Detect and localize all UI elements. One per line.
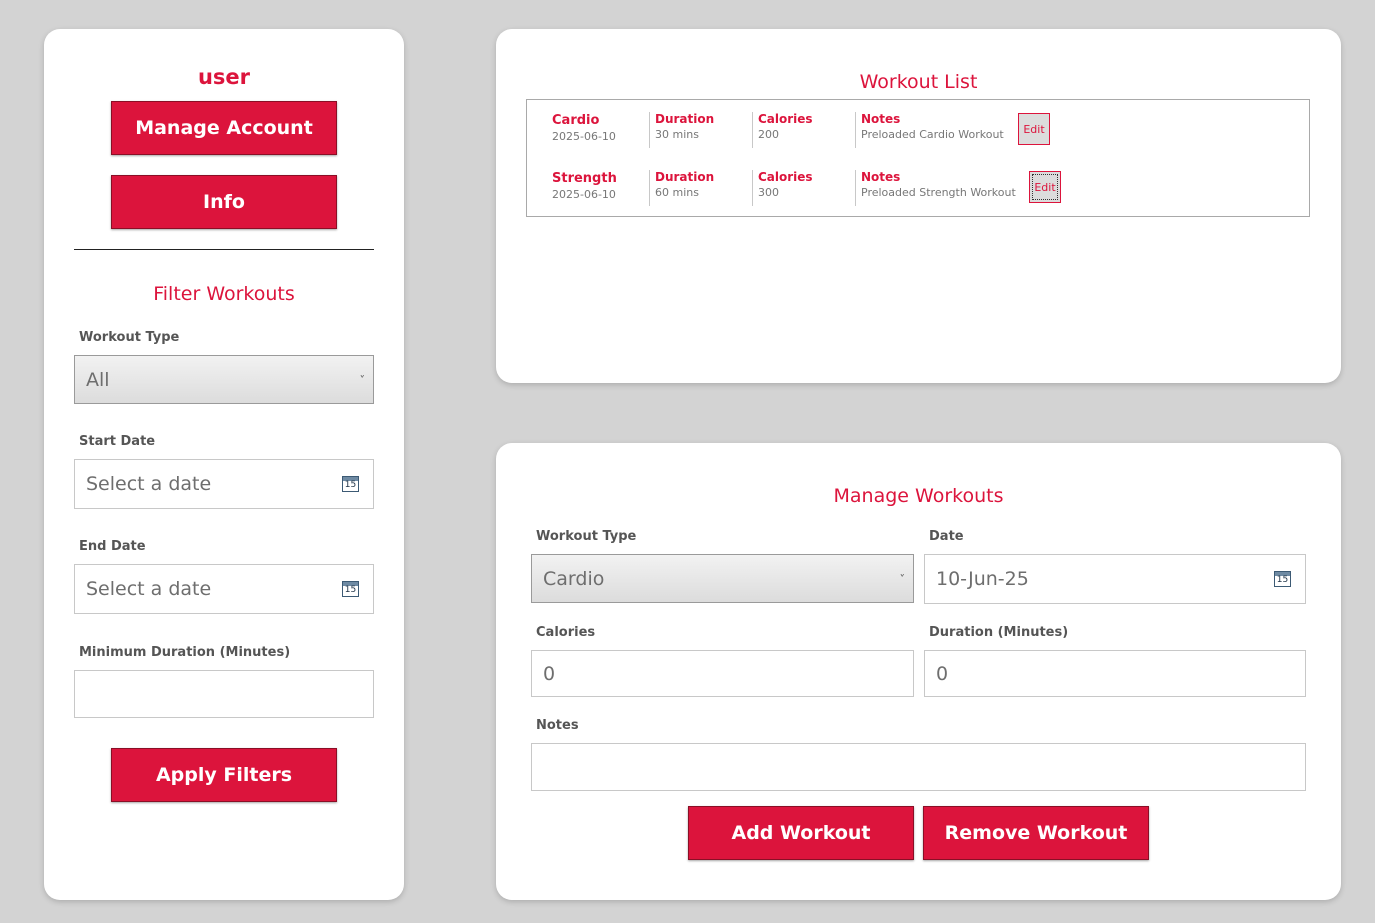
calories-value: 200 bbox=[758, 128, 779, 141]
list-item[interactable]: Strength 2025-06-10 Duration 60 mins Cal… bbox=[527, 170, 1309, 214]
workout-list-title: Workout List bbox=[859, 71, 978, 93]
sidebar-card: user Manage Account Info Filter Workouts… bbox=[44, 29, 404, 900]
end-date-placeholder: Select a date bbox=[86, 578, 212, 600]
start-date-picker[interactable]: Select a date 15 bbox=[74, 459, 374, 509]
duration-input[interactable]: 0 bbox=[924, 650, 1306, 697]
start-date-placeholder: Select a date bbox=[86, 473, 212, 495]
workout-type-filter-value: All bbox=[86, 368, 110, 391]
username-label: user bbox=[197, 65, 251, 89]
workout-type: Cardio bbox=[552, 113, 600, 128]
calories-header: Calories bbox=[758, 112, 813, 126]
workout-type-label: Workout Type bbox=[536, 529, 637, 544]
divider bbox=[74, 249, 374, 250]
calendar-icon[interactable]: 15 bbox=[342, 476, 359, 492]
notes-value: Preloaded Cardio Workout bbox=[861, 128, 1004, 141]
calendar-day-number: 15 bbox=[344, 585, 357, 595]
start-date-label: Start Date bbox=[79, 434, 156, 449]
duration-header: Duration bbox=[655, 112, 715, 126]
workout-type-value: Cardio bbox=[543, 567, 605, 590]
filter-title: Filter Workouts bbox=[153, 283, 295, 305]
notes-header: Notes bbox=[861, 112, 901, 126]
workout-type: Strength bbox=[552, 171, 617, 186]
notes-header: Notes bbox=[861, 170, 901, 184]
date-label: Date bbox=[929, 529, 964, 544]
end-date-picker[interactable]: Select a date 15 bbox=[74, 564, 374, 614]
manage-workouts-title: Manage Workouts bbox=[833, 485, 1004, 507]
calories-cell: Calories 300 bbox=[752, 170, 853, 206]
calendar-icon[interactable]: 15 bbox=[1274, 571, 1291, 587]
calendar-icon[interactable]: 15 bbox=[342, 581, 359, 597]
notes-cell: Notes Preloaded Cardio Workout bbox=[855, 112, 1011, 148]
notes-cell: Notes Preloaded Strength Workout bbox=[855, 170, 1023, 206]
calories-input[interactable]: 0 bbox=[531, 650, 914, 697]
min-duration-label: Minimum Duration (Minutes) bbox=[79, 645, 291, 660]
min-duration-input[interactable] bbox=[74, 670, 374, 718]
duration-value: 60 mins bbox=[655, 186, 699, 199]
duration-cell: Duration 30 mins bbox=[649, 112, 750, 148]
date-value: 10-Jun-25 bbox=[936, 568, 1029, 590]
duration-cell: Duration 60 mins bbox=[649, 170, 750, 206]
notes-input[interactable] bbox=[531, 743, 1306, 791]
workout-list: Cardio 2025-06-10 Duration 30 mins Calor… bbox=[526, 99, 1310, 217]
duration-label: Duration (Minutes) bbox=[929, 625, 1069, 640]
workout-type-cell: Strength 2025-06-10 bbox=[552, 170, 647, 206]
chevron-down-icon: ˅ bbox=[899, 572, 906, 585]
remove-workout-button[interactable]: Remove Workout bbox=[923, 806, 1149, 860]
manage-workouts-card: Manage Workouts Workout Type Cardio ˅ Da… bbox=[496, 443, 1341, 900]
calories-value: 300 bbox=[758, 186, 779, 199]
notes-value: Preloaded Strength Workout bbox=[861, 186, 1016, 199]
workout-type-filter-label: Workout Type bbox=[79, 330, 180, 345]
end-date-label: End Date bbox=[79, 539, 146, 554]
duration-header: Duration bbox=[655, 170, 715, 184]
calories-cell: Calories 200 bbox=[752, 112, 853, 148]
workout-list-card: Workout List Cardio 2025-06-10 Duration … bbox=[496, 29, 1341, 383]
manage-account-button[interactable]: Manage Account bbox=[111, 101, 337, 155]
workout-date: 2025-06-10 bbox=[552, 188, 616, 201]
edit-button[interactable]: Edit bbox=[1018, 113, 1050, 145]
calories-header: Calories bbox=[758, 170, 813, 184]
workout-type-filter-select[interactable]: All ˅ bbox=[74, 355, 374, 404]
duration-value: 30 mins bbox=[655, 128, 699, 141]
workout-type-select[interactable]: Cardio ˅ bbox=[531, 554, 914, 603]
chevron-down-icon: ˅ bbox=[359, 373, 366, 386]
info-button[interactable]: Info bbox=[111, 175, 337, 229]
calories-label: Calories bbox=[536, 625, 596, 640]
date-picker[interactable]: 10-Jun-25 15 bbox=[924, 554, 1306, 604]
edit-button[interactable]: Edit bbox=[1029, 171, 1061, 203]
workout-date: 2025-06-10 bbox=[552, 130, 616, 143]
list-item[interactable]: Cardio 2025-06-10 Duration 30 mins Calor… bbox=[527, 112, 1309, 156]
calendar-day-number: 15 bbox=[344, 480, 357, 490]
notes-label: Notes bbox=[536, 718, 579, 733]
add-workout-button[interactable]: Add Workout bbox=[688, 806, 914, 860]
calendar-day-number: 15 bbox=[1276, 575, 1289, 585]
apply-filters-button[interactable]: Apply Filters bbox=[111, 748, 337, 802]
workout-type-cell: Cardio 2025-06-10 bbox=[552, 112, 647, 148]
